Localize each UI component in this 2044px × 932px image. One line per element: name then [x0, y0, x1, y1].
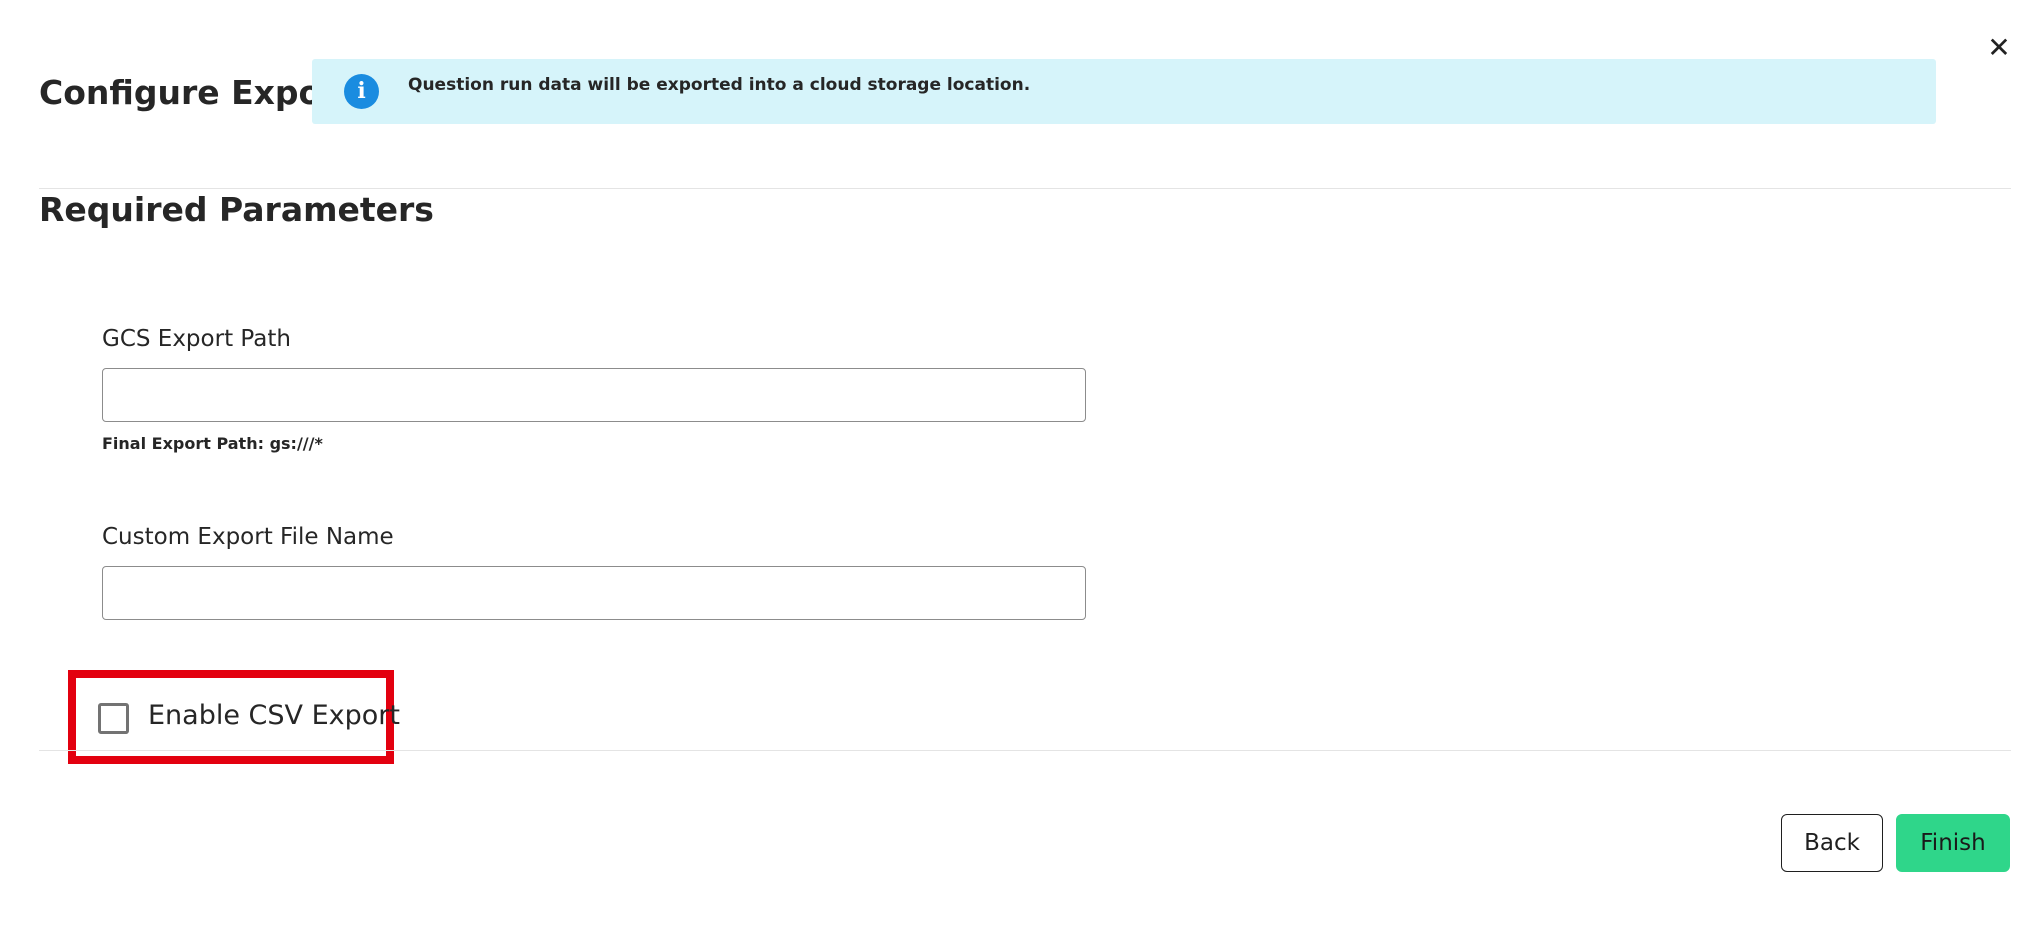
finish-button[interactable]: Finish	[1896, 814, 2010, 872]
custom-export-file-name-input[interactable]	[102, 566, 1086, 620]
gcs-export-path-input[interactable]	[102, 368, 1086, 422]
enable-csv-export-checkbox[interactable]	[98, 703, 129, 734]
section-title: Required Parameters	[39, 190, 434, 229]
info-message: Question run data will be exported into …	[408, 75, 1031, 95]
back-button[interactable]: Back	[1781, 814, 1883, 872]
custom-export-file-name-label: Custom Export File Name	[102, 524, 394, 550]
header-divider	[39, 188, 2011, 189]
configure-export-dialog: Configure Export i Question run data wil…	[0, 0, 2044, 932]
enable-csv-export-label[interactable]: Enable CSV Export	[148, 700, 400, 731]
dialog-title: Configure Export	[39, 73, 354, 112]
footer-divider	[39, 750, 2011, 751]
dialog-header: Configure Export i Question run data wil…	[39, 59, 2044, 125]
final-export-path-helper: Final Export Path: gs:///*	[102, 434, 323, 453]
info-banner: i Question run data will be exported int…	[312, 59, 1936, 124]
info-icon: i	[344, 74, 379, 109]
gcs-export-path-label: GCS Export Path	[102, 326, 291, 352]
close-icon[interactable]: ✕	[1984, 32, 2014, 64]
